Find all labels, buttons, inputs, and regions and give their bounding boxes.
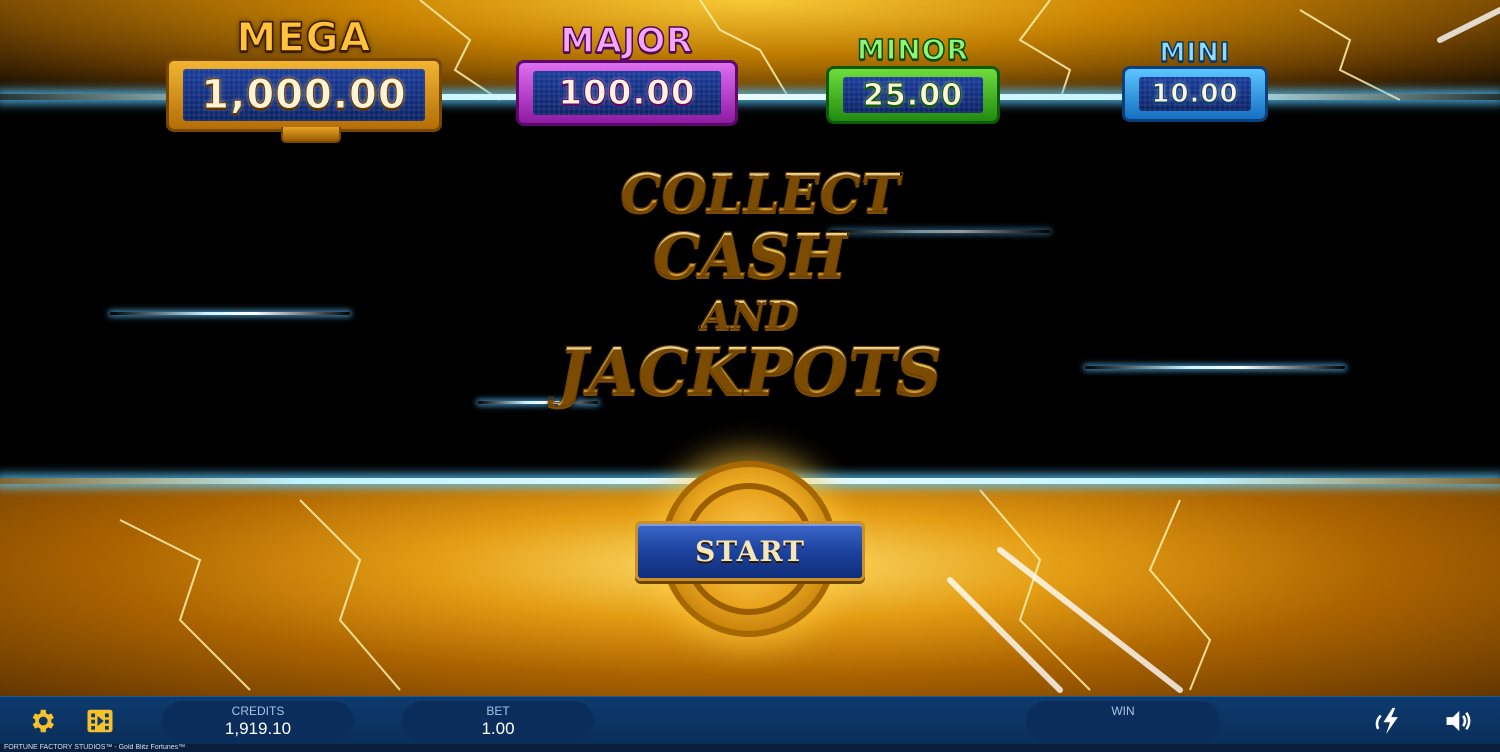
headline-line-4: JACKPOTS — [557, 334, 943, 409]
speaker-icon[interactable] — [1440, 703, 1476, 739]
start-button-label: START — [695, 534, 805, 568]
jackpot-major-plaque: 100.00 — [516, 60, 738, 126]
jackpot-minor: MINOR 25.00 — [826, 33, 1000, 124]
jackpot-minor-label: MINOR — [856, 33, 970, 66]
turbo-lightning-icon[interactable] — [1372, 703, 1408, 739]
credits-value: 1,919.10 — [224, 719, 292, 738]
jackpot-minor-value: 25.00 — [863, 77, 963, 113]
win-display: WIN — [1026, 701, 1220, 741]
gear-icon[interactable] — [24, 703, 60, 739]
bet-display[interactable]: BET 1.00 — [402, 701, 594, 741]
jackpot-mega-plaque: 1,000.00 — [166, 58, 442, 143]
jackpot-mini-label: MINI — [1159, 38, 1231, 68]
headline-line-3: AND — [701, 292, 799, 337]
jackpot-minor-plaque: 25.00 — [826, 66, 1000, 124]
bottom-bar: CREDITS 1,919.10 BET 1.00 WIN — [0, 696, 1500, 745]
headline-line-1: COLLECT — [620, 163, 901, 224]
win-label: WIN — [1111, 704, 1135, 718]
jackpot-mega: MEGA 1,000.00 — [166, 15, 442, 143]
jackpot-mega-label: MEGA — [236, 15, 372, 61]
jackpot-major-value: 100.00 — [558, 73, 696, 114]
credits-display: CREDITS 1,919.10 — [162, 701, 354, 741]
bet-value: 1.00 — [481, 719, 515, 738]
film-icon[interactable] — [82, 703, 118, 739]
bet-label: BET — [486, 704, 510, 718]
jackpot-mini-plaque: 10.00 — [1122, 66, 1268, 122]
jackpot-major: MAJOR 100.00 — [516, 21, 738, 126]
credits-label: CREDITS — [231, 704, 285, 718]
footer-copyright: FORTUNE FACTORY STUDIOS™ - Gold Blitz Fo… — [0, 744, 1500, 752]
jackpot-mini: MINI 10.00 — [1122, 38, 1268, 122]
jackpot-mini-value: 10.00 — [1151, 79, 1239, 110]
start-button[interactable]: START — [635, 521, 865, 581]
jackpot-major-label: MAJOR — [560, 21, 694, 61]
jackpot-mega-value: 1,000.00 — [201, 72, 407, 119]
headline-line-2: CASH — [652, 221, 848, 291]
